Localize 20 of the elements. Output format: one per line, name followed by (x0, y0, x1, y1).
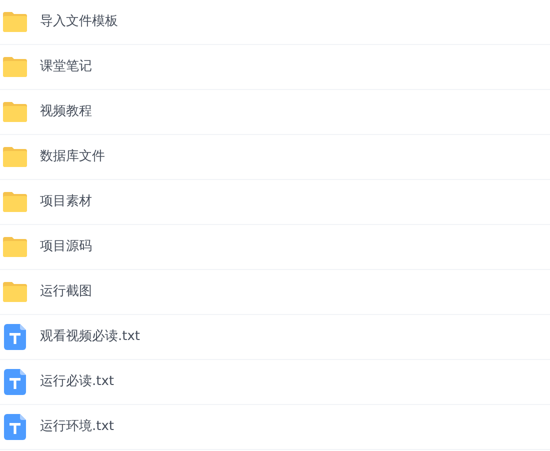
text-file-icon (4, 369, 26, 395)
file-name[interactable]: 项目素材 (40, 192, 92, 212)
folder-icon (2, 281, 28, 303)
folder-icon (2, 236, 28, 258)
folder-icon (2, 146, 28, 168)
file-name[interactable]: 导入文件模板 (40, 12, 118, 32)
folder-icon (2, 191, 28, 213)
file-name[interactable]: 视频教程 (40, 102, 92, 122)
folder-icon (2, 56, 28, 78)
folder-icon (2, 101, 28, 123)
file-name[interactable]: 项目源码 (40, 237, 92, 257)
text-file-icon (4, 324, 26, 350)
text-file-icon (4, 414, 26, 440)
file-name[interactable]: 运行必读.txt (40, 372, 114, 392)
folder-icon (2, 11, 28, 33)
file-name[interactable]: 运行截图 (40, 282, 92, 302)
file-name[interactable]: 观看视频必读.txt (40, 327, 140, 347)
file-name[interactable]: 课堂笔记 (40, 57, 92, 77)
file-name[interactable]: 运行环境.txt (40, 417, 114, 437)
file-name[interactable]: 数据库文件 (40, 147, 105, 167)
